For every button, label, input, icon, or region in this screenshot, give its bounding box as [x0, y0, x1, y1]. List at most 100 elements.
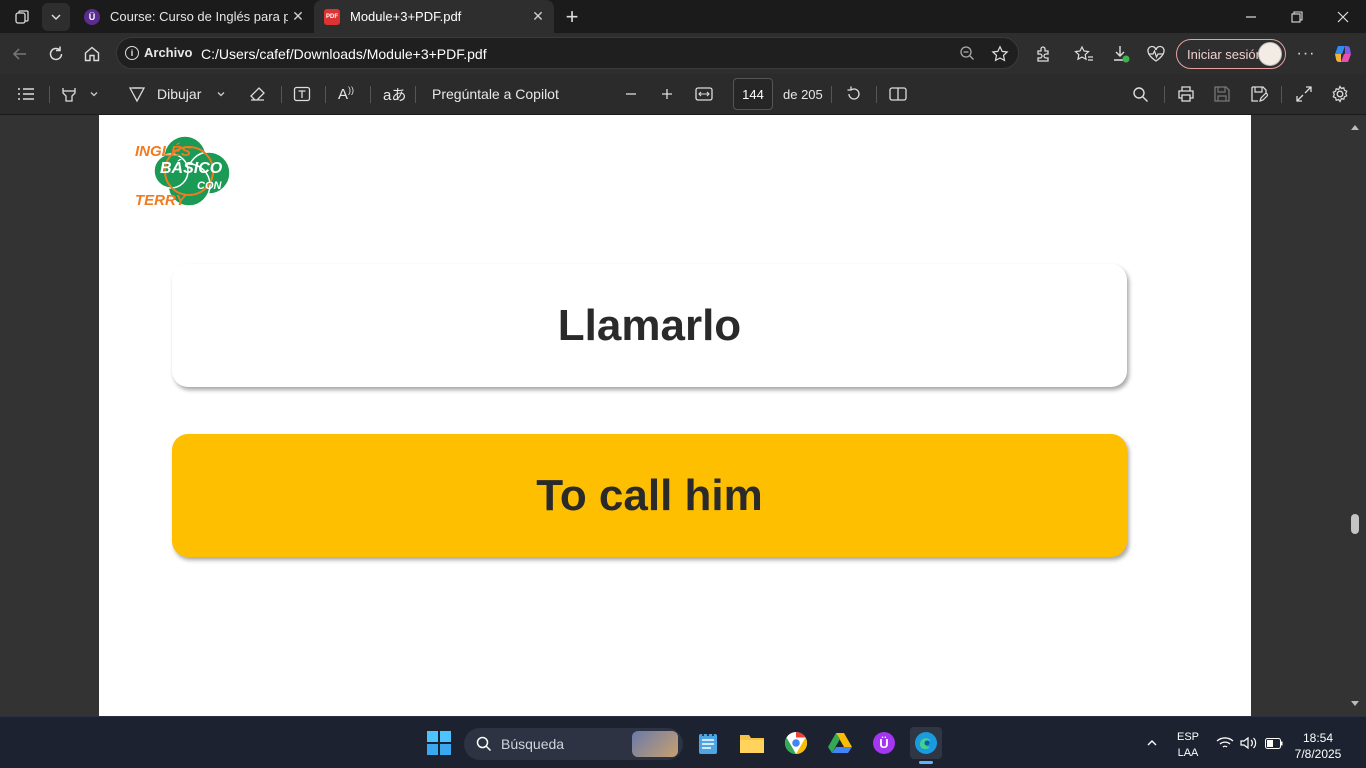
toolbar-divider	[49, 86, 50, 103]
taskbar: Búsqueda Ü ESP LAA 18:54 7/8/2025	[0, 716, 1366, 768]
zoom-out-icon[interactable]	[959, 45, 975, 61]
toolbar-divider	[831, 86, 832, 103]
save-icon[interactable]	[1213, 82, 1231, 106]
wifi-icon[interactable]	[1216, 736, 1234, 750]
search-icon	[476, 736, 492, 752]
address-bar[interactable]: i Archivo C:/Users/cafef/Downloads/Modul…	[116, 37, 1019, 69]
google-chrome-icon[interactable]	[780, 727, 812, 759]
ask-copilot-button[interactable]: Pregúntale a Copilot	[432, 82, 559, 106]
draw-label: Dibujar	[157, 86, 202, 102]
svg-text:Ü: Ü	[879, 736, 888, 751]
browser-essentials-icon[interactable]	[1141, 39, 1171, 69]
tab-course[interactable]: Ü Course: Curso de Inglés para principia…	[74, 0, 314, 33]
clock-time[interactable]: 18:54	[1290, 731, 1346, 745]
close-tab-icon[interactable]: ✕	[528, 8, 548, 25]
active-app-indicator	[919, 761, 933, 764]
close-window-icon[interactable]	[1320, 0, 1366, 33]
input-language-top[interactable]: ESP	[1172, 731, 1204, 743]
zoom-out-icon[interactable]	[624, 82, 638, 106]
english-phrase-card: To call him	[172, 434, 1127, 557]
vertical-scrollbar[interactable]	[1348, 115, 1362, 716]
page-number-input[interactable]: 144	[733, 78, 773, 110]
taskbar-search[interactable]: Búsqueda	[464, 728, 683, 760]
ask-copilot-label: Pregúntale a Copilot	[432, 86, 559, 102]
udemy-app-icon[interactable]: Ü	[868, 727, 900, 759]
page-view-icon[interactable]	[889, 82, 907, 106]
toolbar-divider	[325, 86, 326, 103]
more-options-icon[interactable]: ···	[1291, 39, 1321, 69]
save-as-icon[interactable]	[1250, 82, 1268, 106]
text-box-icon[interactable]	[293, 82, 311, 106]
search-highlight-image-icon	[632, 731, 678, 757]
toolbar-divider	[370, 86, 371, 103]
page-total-label: de 205	[783, 86, 823, 102]
new-tab-icon[interactable]: +	[558, 3, 586, 31]
tab-label: Course: Curso de Inglés para principiant…	[110, 9, 288, 24]
settings-gear-icon[interactable]	[1331, 82, 1349, 106]
spanish-phrase: Llamarlo	[557, 300, 742, 350]
toolbar-divider	[1281, 86, 1282, 103]
url-text[interactable]: C:/Users/cafef/Downloads/Module+3+PDF.pd…	[201, 46, 487, 62]
battery-icon[interactable]	[1265, 738, 1283, 749]
fit-to-width-icon[interactable]	[695, 82, 713, 106]
refresh-icon[interactable]	[41, 39, 71, 69]
favorite-star-icon[interactable]	[991, 45, 1009, 63]
search-icon[interactable]	[1132, 82, 1149, 106]
udemy-favicon-icon: Ü	[84, 8, 100, 25]
clock-date[interactable]: 7/8/2025	[1290, 747, 1346, 761]
site-info[interactable]: i Archivo	[125, 45, 192, 60]
tab-actions-chevron-icon[interactable]	[42, 3, 70, 31]
toolbar-divider	[1164, 86, 1165, 103]
print-icon[interactable]	[1177, 82, 1195, 106]
highlight-icon[interactable]	[60, 82, 78, 106]
minimize-icon[interactable]	[1228, 0, 1274, 33]
home-icon[interactable]	[77, 39, 107, 69]
microsoft-edge-icon[interactable]	[910, 727, 942, 764]
pdf-toolbar: Dibujar A)) aあ Pregúntale a Copilot 144 …	[0, 74, 1366, 115]
show-hidden-icons-chevron-icon[interactable]	[1136, 727, 1168, 759]
toolbar-divider	[876, 86, 877, 103]
restore-icon[interactable]	[1274, 0, 1320, 33]
zoom-in-icon[interactable]	[660, 82, 674, 106]
draw-button[interactable]: Dibujar	[128, 82, 201, 106]
pdf-page: INGLÉS BÁSICO CON TERRY Llamarlo To call…	[99, 115, 1251, 716]
read-aloud-icon[interactable]: A))	[338, 82, 354, 106]
logo-text-ingles: INGLÉS	[135, 143, 191, 160]
copilot-icon[interactable]	[1328, 39, 1358, 69]
search-placeholder: Búsqueda	[501, 736, 565, 752]
windows-start-icon[interactable]	[423, 727, 455, 759]
favorites-icon[interactable]	[1069, 39, 1099, 69]
sign-in-button[interactable]: Iniciar sesión	[1176, 39, 1286, 69]
english-phrase: To call him	[536, 470, 763, 520]
sign-in-label: Iniciar sesión	[1187, 46, 1263, 62]
extensions-icon[interactable]	[1028, 39, 1058, 69]
rotate-icon[interactable]	[845, 82, 863, 106]
tab-label: Module+3+PDF.pdf	[350, 9, 462, 24]
spanish-phrase-card: Llamarlo	[172, 264, 1127, 387]
close-tab-icon[interactable]: ✕	[288, 8, 308, 25]
file-scheme-label: Archivo	[144, 45, 193, 60]
logo-text-terry: TERRY	[135, 192, 186, 209]
input-language-bottom[interactable]: LAA	[1172, 747, 1204, 759]
pdf-favicon-icon: PDF	[324, 8, 340, 25]
workspaces-icon[interactable]	[8, 3, 36, 31]
contents-list-icon[interactable]	[17, 82, 35, 106]
back-icon[interactable]	[5, 39, 35, 69]
fullscreen-icon[interactable]	[1295, 82, 1313, 106]
info-icon: i	[125, 45, 139, 60]
eraser-icon[interactable]	[248, 82, 266, 106]
highlight-options-chevron-icon[interactable]	[89, 82, 99, 106]
logo-text-basico: BÁSICO	[160, 160, 223, 177]
logo-text-con: CON	[197, 180, 222, 192]
toolbar-divider	[281, 86, 282, 103]
downloads-icon[interactable]	[1106, 39, 1136, 69]
avatar	[1258, 42, 1282, 66]
google-drive-icon[interactable]	[824, 727, 856, 759]
draw-options-chevron-icon[interactable]	[216, 82, 226, 106]
translate-icon[interactable]: aあ	[383, 82, 406, 106]
tab-pdf[interactable]: PDF Module+3+PDF.pdf ✕	[314, 0, 554, 33]
volume-icon[interactable]	[1240, 736, 1258, 750]
ingles-basico-con-terry-logo: INGLÉS BÁSICO CON TERRY	[133, 133, 237, 211]
notepad-icon[interactable]	[692, 727, 724, 759]
file-explorer-icon[interactable]	[736, 727, 768, 759]
